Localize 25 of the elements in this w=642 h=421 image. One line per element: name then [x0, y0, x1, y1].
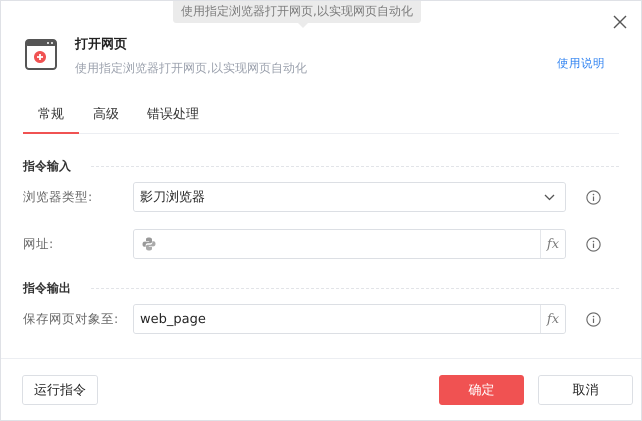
tab[interactable]: 错误处理 — [133, 99, 213, 134]
info-icon[interactable] — [586, 312, 601, 326]
section-title: 指令输出 — [23, 280, 71, 296]
field-label: 浏览器类型: — [23, 188, 94, 206]
close-icon[interactable] — [613, 15, 627, 29]
tab[interactable]: 常规 — [23, 99, 79, 134]
section-title: 指令输入 — [23, 158, 71, 174]
run-button[interactable]: 运行指令 — [22, 375, 98, 405]
dialog-title: 打开网页 — [75, 37, 128, 53]
field-label: 网址: — [23, 236, 54, 252]
tooltip: 使用指定浏览器打开网页,以实现网页自动化 — [173, 1, 421, 23]
field-label: 保存网页对象至: — [23, 310, 120, 328]
function-button[interactable]: fx — [540, 230, 565, 258]
chevron-icon — [544, 194, 555, 200]
cancel-button[interactable]: 取消 — [538, 375, 633, 405]
info-icon[interactable] — [586, 236, 601, 252]
tab[interactable]: 高级 — [79, 99, 133, 134]
browser-window-icon — [25, 39, 57, 70]
info-icon[interactable] — [586, 190, 601, 204]
dialog-description: 使用指定浏览器打开网页,以实现网页自动化 — [75, 60, 308, 77]
dropdown[interactable]: 影刀浏览器 — [133, 182, 566, 212]
input-field[interactable]: fx — [133, 229, 566, 259]
function-button[interactable]: fx — [540, 305, 565, 333]
input-field[interactable]: web_page fx — [133, 304, 566, 334]
help-link[interactable]: 使用说明 — [557, 56, 605, 71]
